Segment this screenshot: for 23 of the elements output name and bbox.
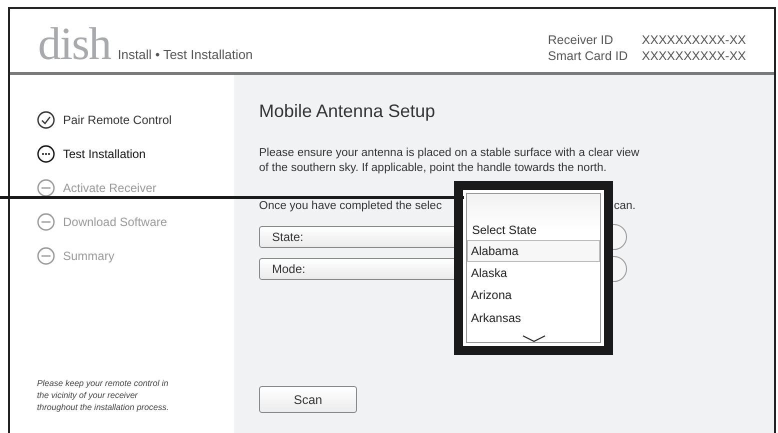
dash-circle-icon	[37, 213, 55, 231]
instructions-text: Please ensure your antenna is placed on a stable surface with a clear view of the southern sky. If applicable, point the handle towards the north.	[259, 146, 640, 176]
state-option[interactable]: Arkansas	[467, 306, 600, 329]
instruction-fragment: Once you have completed the selec	[259, 200, 442, 212]
step-item[interactable]: Pair Remote Control	[37, 103, 234, 137]
dash-circle-icon	[37, 179, 55, 197]
dots-circle-icon	[37, 145, 55, 163]
id-value: XXXXXXXXXX-XX	[642, 32, 746, 48]
logo: dish	[38, 24, 111, 64]
dash-circle-icon	[37, 247, 55, 265]
id-value: XXXXXXXXXX-XX	[642, 48, 746, 64]
breadcrumb: Install • Test Installation	[118, 47, 253, 62]
instruction-fragment: can.	[614, 200, 636, 212]
state-option[interactable]: Arizona	[467, 284, 600, 307]
id-label: Smart Card ID	[548, 48, 628, 64]
step-item[interactable]: Test Installation	[37, 137, 234, 171]
id-label: Receiver ID	[548, 32, 614, 48]
remote-note: Please keep your remote control in the vicinity of your receiver throughout the installation process.	[37, 377, 170, 413]
scan-button[interactable]: Scan	[259, 386, 357, 413]
state-option[interactable]: Alabama	[467, 240, 600, 262]
chevron-down-icon[interactable]	[520, 334, 546, 342]
page-title: Mobile Antenna Setup	[259, 101, 436, 122]
check-circle-icon	[37, 111, 55, 129]
